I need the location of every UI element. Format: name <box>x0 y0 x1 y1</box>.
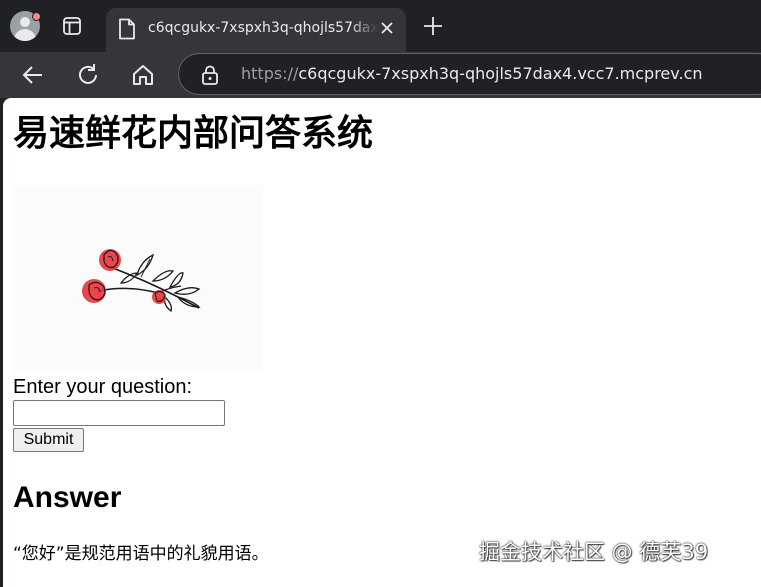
browser-toolbar: https://c6qcgukx-7xspxh3q-qhojls57dax4.v… <box>0 52 761 98</box>
url-scheme: https:// <box>241 64 299 83</box>
active-tab[interactable]: c6qcgukx-7xspxh3q-qhojls57dax4 <box>106 8 406 52</box>
page-title: 易速鲜花内部问答系统 <box>13 113 374 154</box>
document-icon <box>119 18 135 40</box>
flower-illustration-icon <box>82 249 201 313</box>
question-label: Enter your question: <box>13 376 192 398</box>
address-url: https://c6qcgukx-7xspxh3q-qhojls57dax4.v… <box>241 64 703 84</box>
profile-shoulders-shape <box>14 29 36 41</box>
reload-icon[interactable] <box>74 61 102 89</box>
watermark: 掘金技术社区 @ 德芙39 <box>479 540 709 564</box>
answer-text: “您好”是规范用语中的礼貌用语。 <box>13 544 269 564</box>
lock-icon[interactable] <box>201 65 219 85</box>
submit-button[interactable]: Submit <box>13 428 84 452</box>
profile-head-shape <box>20 17 30 27</box>
profile-notification-dot <box>32 12 41 21</box>
url-host: c6qcgukx-7xspxh3q-qhojls57dax4.vcc7.mcpr… <box>298 64 703 83</box>
question-input[interactable] <box>13 400 225 426</box>
close-icon[interactable] <box>378 19 396 37</box>
browser-tab-bar: c6qcgukx-7xspxh3q-qhojls57dax4 <box>0 0 761 52</box>
address-bar[interactable]: https://c6qcgukx-7xspxh3q-qhojls57dax4.v… <box>178 53 761 95</box>
plus-icon[interactable] <box>422 15 444 37</box>
tab-title: c6qcgukx-7xspxh3q-qhojls57dax4 <box>148 20 378 36</box>
page-viewport: 易速鲜花内部问答系统 Enter your question: Submit A… <box>3 98 761 587</box>
home-icon[interactable] <box>129 61 157 89</box>
back-arrow-icon[interactable] <box>19 61 47 89</box>
answer-heading: Answer <box>13 481 122 514</box>
flower-illustration-image <box>13 185 263 372</box>
tab-actions-icon[interactable] <box>60 14 84 38</box>
